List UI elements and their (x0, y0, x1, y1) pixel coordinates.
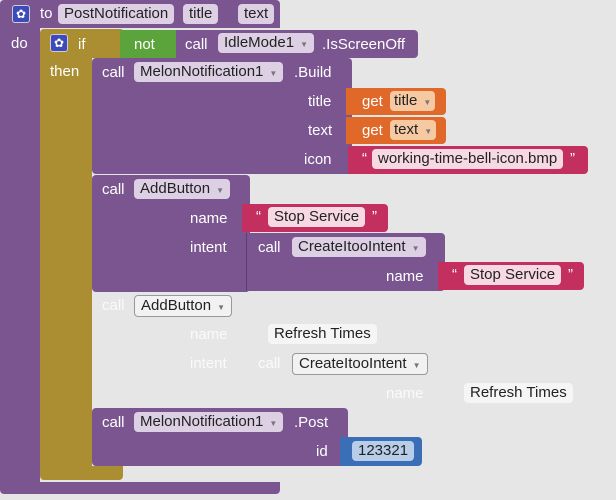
add-button-dropdown[interactable]: AddButton ▼ (134, 179, 230, 199)
call-label: call (102, 181, 125, 198)
create-intent-dropdown[interactable]: CreateItooIntent ▼ (292, 237, 426, 257)
method-name: AddButton (140, 180, 211, 197)
then-label: then (50, 63, 80, 80)
component-dropdown[interactable]: MelonNotification1 ▼ (134, 412, 284, 432)
intent-label: intent (190, 355, 227, 372)
refresh-times-text-field[interactable]: Refresh Times (268, 324, 377, 344)
call-label: call (185, 36, 208, 53)
get-title-dropdown[interactable]: title ▼ (390, 91, 436, 111)
dropdown-arrow-icon: ▼ (269, 69, 278, 78)
component-dropdown[interactable]: MelonNotification1 ▼ (134, 62, 284, 82)
method-label: .Build (294, 64, 332, 81)
dropdown-arrow-icon: ▼ (423, 98, 432, 107)
idlemode-name: IdleMode1 (224, 34, 295, 51)
id-number-field[interactable]: 123321 (352, 441, 415, 461)
if-label: if (78, 36, 86, 53)
quote-icon: ” (570, 150, 575, 167)
stop-service-text-field[interactable]: Stop Service (268, 207, 366, 227)
quote-icon: “ (256, 208, 261, 225)
param-title[interactable]: title (183, 4, 219, 24)
name-label: name (190, 210, 228, 227)
variable-name: title (394, 92, 418, 109)
gear-icon[interactable]: ✿ (50, 34, 68, 52)
gear-icon[interactable]: ✿ (12, 5, 30, 23)
dropdown-arrow-icon: ▼ (424, 127, 433, 136)
add-button-dropdown[interactable]: AddButton ▼ (134, 295, 232, 317)
quote-icon: “ (452, 266, 457, 283)
arg-label-title: title (308, 93, 332, 110)
create-intent-dropdown[interactable]: CreateItooIntent ▼ (292, 353, 428, 375)
dropdown-arrow-icon: ▼ (300, 40, 308, 49)
dropdown-arrow-icon: ▼ (217, 303, 225, 312)
procedure-block-bottom (0, 482, 280, 494)
do-label: do (11, 35, 28, 52)
method-label: .IsScreenOff (322, 36, 406, 53)
procedure-name-field[interactable]: PostNotification (58, 4, 175, 24)
intent-refresh-times-text-field[interactable]: Refresh Times (464, 383, 573, 403)
name-label: name (386, 385, 424, 402)
arg-label-icon: icon (304, 151, 332, 168)
quote-icon: “ (362, 150, 367, 167)
dropdown-arrow-icon: ▼ (269, 419, 278, 428)
name-label: name (190, 326, 228, 343)
if-block-left (40, 58, 92, 468)
id-label: id (316, 443, 328, 460)
if-block-bottom (40, 466, 123, 480)
call-label: call (258, 239, 281, 256)
intent-label: intent (190, 239, 227, 256)
component-name: MelonNotification1 (140, 63, 264, 80)
to-label: to (40, 5, 53, 22)
not-label: not (134, 36, 155, 53)
get-label: get (362, 122, 383, 139)
dropdown-arrow-icon: ▼ (216, 186, 224, 195)
quote-icon: ” (568, 266, 573, 283)
get-text-dropdown[interactable]: text ▼ (390, 120, 437, 140)
procedure-body-left (0, 28, 40, 483)
method-name: AddButton (141, 297, 212, 314)
call-label: call (258, 355, 281, 372)
param-text[interactable]: text (238, 4, 275, 24)
component-name: MelonNotification1 (140, 413, 264, 430)
call-label: call (102, 297, 125, 314)
arg-label-text: text (308, 122, 333, 139)
name-label: name (386, 268, 424, 285)
call-label: call (102, 64, 125, 81)
idlemode-dropdown[interactable]: IdleMode1 ▼ (218, 33, 314, 53)
method-label: .Post (294, 414, 329, 431)
call-label: call (102, 414, 125, 431)
dropdown-arrow-icon: ▼ (411, 244, 420, 253)
get-label: get (362, 93, 383, 110)
dropdown-arrow-icon: ▼ (412, 361, 421, 370)
method-name: CreateItooIntent (298, 238, 406, 255)
quote-icon: ” (372, 208, 377, 225)
variable-name: text (394, 121, 419, 138)
intent-name-text-field[interactable]: Stop Service (464, 265, 562, 285)
icon-text-field[interactable]: working-time-bell-icon.bmp (372, 149, 564, 169)
method-name: CreateItooIntent (299, 355, 407, 372)
